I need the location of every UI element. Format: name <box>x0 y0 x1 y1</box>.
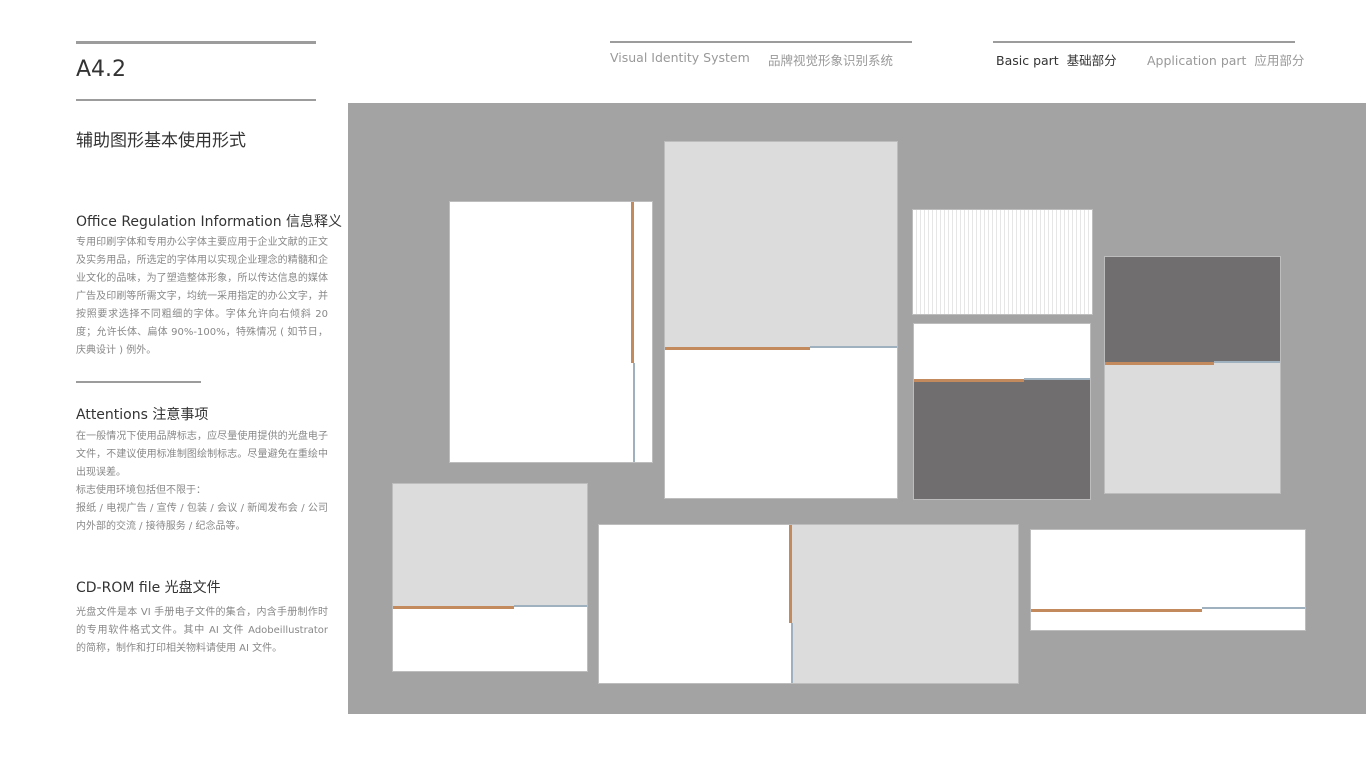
section-body: 光盘文件是本 VI 手册电子文件的集合，内含手册制作时的专用软件格式文件。其中 … <box>76 607 328 654</box>
top-rule-system <box>610 41 912 43</box>
section-title: CD-ROM file 光盘文件 <box>76 580 221 596</box>
system-cn: 品牌视觉形象识别系统 <box>768 53 894 68</box>
section-code: A4.2 <box>76 57 127 82</box>
section-body: 在一般情况下使用品牌标志，应尽量使用提供的光盘电子文件，不建议使用标准制图绘制标… <box>76 428 328 536</box>
attention-text: 报纸 / 电视广告 / 宣传 / 包装 / 会议 / 新闻发布会 / 公司内外部… <box>76 503 328 532</box>
page-title: 辅助图形基本使用形式 <box>76 131 246 151</box>
mockup-folder <box>664 141 898 499</box>
section-body: 专用印刷字体和专用办公字体主要应用于企业文献的正文及实务用品，所选定的字体用以实… <box>76 237 328 356</box>
mockup-stage <box>348 103 1366 714</box>
mockup-card <box>913 323 1091 500</box>
nav-basic-part[interactable]: Basic part 基础部分 <box>996 50 1117 69</box>
mockup-envelope-wide <box>598 524 1019 684</box>
mockup-letterhead <box>449 201 653 463</box>
section-title: Attentions 注意事项 <box>76 407 209 423</box>
top-rule-parts <box>993 41 1295 43</box>
section-title: Office Regulation Information 信息释义 <box>76 214 343 230</box>
rule-under-code <box>76 99 316 101</box>
top-rule-left <box>76 41 316 44</box>
mockup-envelope-small <box>392 483 588 672</box>
mockup-long-envelope <box>1030 529 1306 631</box>
system-en: Visual Identity System <box>610 50 750 65</box>
attention-text: 在一般情况下使用品牌标志，应尽量使用提供的光盘电子文件，不建议使用标准制图绘制标… <box>76 431 328 478</box>
mockup-card-stack <box>912 209 1093 315</box>
nav-application-part[interactable]: Application part 应用部分 <box>1147 50 1304 69</box>
attention-text: 标志使用环境包括但不限于： <box>76 485 206 496</box>
mockup-envelope-dark <box>1104 256 1281 494</box>
section-divider <box>76 381 201 383</box>
